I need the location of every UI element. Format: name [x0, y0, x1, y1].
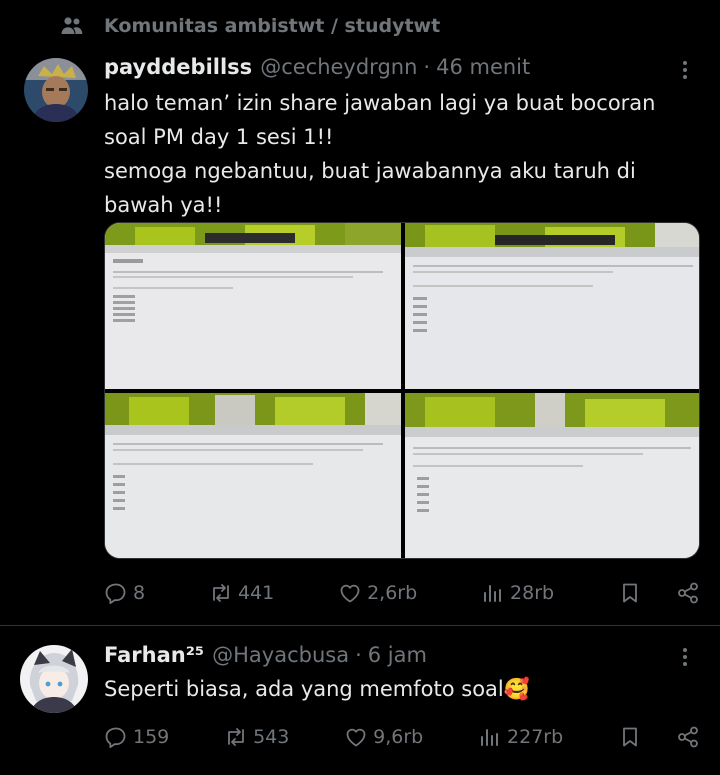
tweet-line: halo teman’ izin share jawaban lagi ya b…: [104, 91, 656, 115]
photo[interactable]: [105, 223, 401, 389]
timestamp[interactable]: 46 menit: [436, 55, 530, 79]
like-button[interactable]: 9,6rb: [344, 725, 423, 749]
repost-count: 441: [237, 582, 275, 604]
share-icon[interactable]: [676, 581, 700, 605]
more-options-button[interactable]: [673, 58, 697, 82]
bookmark-icon[interactable]: [618, 725, 642, 749]
repost-icon: [228, 728, 244, 746]
repost-button[interactable]: 441: [209, 581, 274, 605]
people-icon: [60, 14, 84, 38]
user-handle[interactable]: @Hayacbusa: [212, 643, 349, 667]
display-name[interactable]: Farhan²⁵: [104, 643, 204, 667]
tweet-header: payddebillss @cecheydrgnn · 46 menit: [104, 55, 530, 79]
exam-screen-photo-image: [405, 393, 699, 558]
media-grid: [104, 222, 700, 559]
photo[interactable]: [405, 393, 699, 558]
exam-screen-photo-image: [105, 393, 401, 558]
analytics-icon: [484, 585, 502, 602]
tweet-line: Seperti biasa, ada yang memfoto soal🥰: [104, 677, 530, 701]
divider: [0, 625, 720, 626]
like-count: 9,6rb: [373, 726, 424, 748]
display-name[interactable]: payddebillss: [104, 55, 252, 79]
heart-icon: [340, 584, 360, 603]
separator-dot: ·: [423, 55, 431, 79]
reply-icon: [105, 727, 126, 748]
tweet-actions: 8 441 2,6rb 28rb: [104, 577, 700, 609]
tweet-line: bawah ya!!: [104, 193, 223, 217]
more-options-button[interactable]: [673, 645, 697, 669]
secondary-actions: [618, 581, 700, 605]
repost-icon: [213, 584, 229, 602]
share-icon[interactable]: [676, 725, 700, 749]
tweet-line: semoga ngebantuu, buat jawabannya aku ta…: [104, 159, 636, 183]
analytics-icon: [481, 729, 499, 746]
reply-count: 159: [133, 726, 170, 748]
user-handle[interactable]: @cecheydrgnn: [260, 55, 417, 79]
reply-button[interactable]: 8: [104, 581, 145, 605]
avatar[interactable]: [24, 58, 88, 122]
more-vertical-icon: [683, 61, 687, 79]
exam-screen-photo-image: [105, 223, 401, 389]
exam-screen-photo-image: [405, 223, 699, 389]
photo[interactable]: [105, 393, 401, 558]
reply-icon: [105, 583, 126, 604]
avatar[interactable]: [20, 645, 88, 713]
bookmark-icon[interactable]: [618, 581, 642, 605]
repost-button[interactable]: 543: [224, 725, 289, 749]
repost-count: 543: [253, 726, 290, 748]
tweet-text: Seperti biasa, ada yang memfoto soal🥰: [104, 672, 704, 706]
reply-button[interactable]: 159: [104, 725, 169, 749]
views-count: 28rb: [510, 582, 555, 604]
like-count: 2,6rb: [367, 582, 418, 604]
like-button[interactable]: 2,6rb: [338, 581, 417, 605]
community-label: Komunitas ambistwt / studytwt: [104, 15, 441, 37]
views-count: 227rb: [507, 726, 564, 748]
community-context[interactable]: Komunitas ambistwt / studytwt: [60, 12, 440, 40]
more-vertical-icon: [683, 648, 687, 666]
separator-dot: ·: [355, 643, 362, 667]
views-button[interactable]: 227rb: [478, 725, 563, 749]
tweet-line: soal PM day 1 sesi 1!!: [104, 125, 334, 149]
timestamp[interactable]: 6 jam: [368, 643, 427, 667]
heart-icon: [346, 728, 366, 747]
photo[interactable]: [405, 223, 699, 389]
reply-count: 8: [133, 582, 146, 604]
secondary-actions: [618, 725, 700, 749]
tweet-header: Farhan²⁵ @Hayacbusa · 6 jam: [104, 643, 427, 667]
tweet-text: halo teman’ izin share jawaban lagi ya b…: [104, 86, 704, 222]
views-button[interactable]: 28rb: [481, 581, 554, 605]
tweet-actions: 159 543 9,6rb 227rb: [104, 721, 700, 753]
